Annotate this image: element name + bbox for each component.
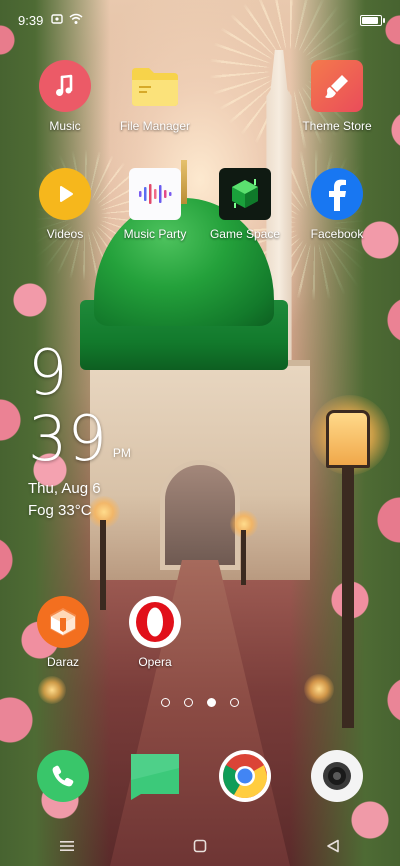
facebook-icon <box>311 168 363 220</box>
app-label: Facebook <box>310 227 364 241</box>
page-dot[interactable] <box>184 698 193 707</box>
app-theme-store[interactable]: Theme Store <box>292 60 382 133</box>
phone-icon <box>37 750 89 802</box>
app-label: Daraz <box>46 655 79 669</box>
dock-camera[interactable] <box>292 750 382 802</box>
app-facebook[interactable]: Facebook <box>292 168 382 241</box>
app-label: Music <box>49 119 81 133</box>
app-music[interactable]: Music <box>20 60 110 133</box>
clock-date: Thu, Aug 6 <box>28 480 101 497</box>
clock-hour: 9 <box>28 336 68 409</box>
notification-icon <box>51 13 64 28</box>
street-lamp <box>326 410 370 468</box>
page-dot-active[interactable] <box>207 698 216 707</box>
app-label: Music Party <box>123 227 187 241</box>
daraz-icon <box>37 596 89 648</box>
menu-icon[interactable] <box>47 831 87 861</box>
app-label: Theme Store <box>302 119 372 133</box>
dock-chrome[interactable] <box>200 750 290 802</box>
play-icon <box>39 168 91 220</box>
app-label: Opera <box>138 655 172 669</box>
app-opera[interactable]: Opera <box>110 596 200 669</box>
app-file-manager[interactable]: File Manager <box>110 60 200 133</box>
opera-icon <box>129 596 181 648</box>
mosque-door <box>160 460 240 570</box>
chrome-icon <box>219 750 271 802</box>
battery-icon <box>360 14 385 26</box>
camera-icon <box>311 750 363 802</box>
app-game-space[interactable]: Game Space <box>200 168 290 241</box>
app-label: Game Space <box>209 227 281 241</box>
app-label: File Manager <box>119 119 191 133</box>
page-indicator[interactable] <box>0 698 400 707</box>
music-note-icon <box>39 60 91 112</box>
messages-icon <box>129 750 181 802</box>
dock-phone[interactable] <box>18 750 108 802</box>
dock-messages[interactable] <box>110 750 200 802</box>
audio-bars-icon <box>129 168 181 220</box>
home-icon[interactable] <box>180 831 220 861</box>
back-icon[interactable] <box>313 831 353 861</box>
folder-icon <box>129 60 181 112</box>
status-time: 9:39 <box>18 12 44 28</box>
battery-fill <box>362 16 378 24</box>
lamp-post <box>241 530 246 585</box>
app-label: Videos <box>46 227 84 241</box>
wifi-icon <box>69 13 83 28</box>
clock-ampm: PM <box>112 446 131 460</box>
navigation-bar <box>0 826 400 866</box>
clock-widget[interactable]: 9 39 PM Thu, Aug 6 Fog 33°C <box>28 336 131 520</box>
weather-text[interactable]: Fog 33°C <box>28 502 131 519</box>
app-music-party[interactable]: Music Party <box>110 168 200 241</box>
status-bar: 9:39 <box>0 0 400 40</box>
page-dot[interactable] <box>230 698 239 707</box>
app-videos[interactable]: Videos <box>20 168 110 241</box>
page-dot[interactable] <box>161 698 170 707</box>
clock-minute: 39 <box>28 402 107 475</box>
app-daraz[interactable]: Daraz <box>18 596 108 669</box>
lamp-post <box>342 468 354 728</box>
game-cube-icon <box>219 168 271 220</box>
paintbrush-icon <box>311 60 363 112</box>
